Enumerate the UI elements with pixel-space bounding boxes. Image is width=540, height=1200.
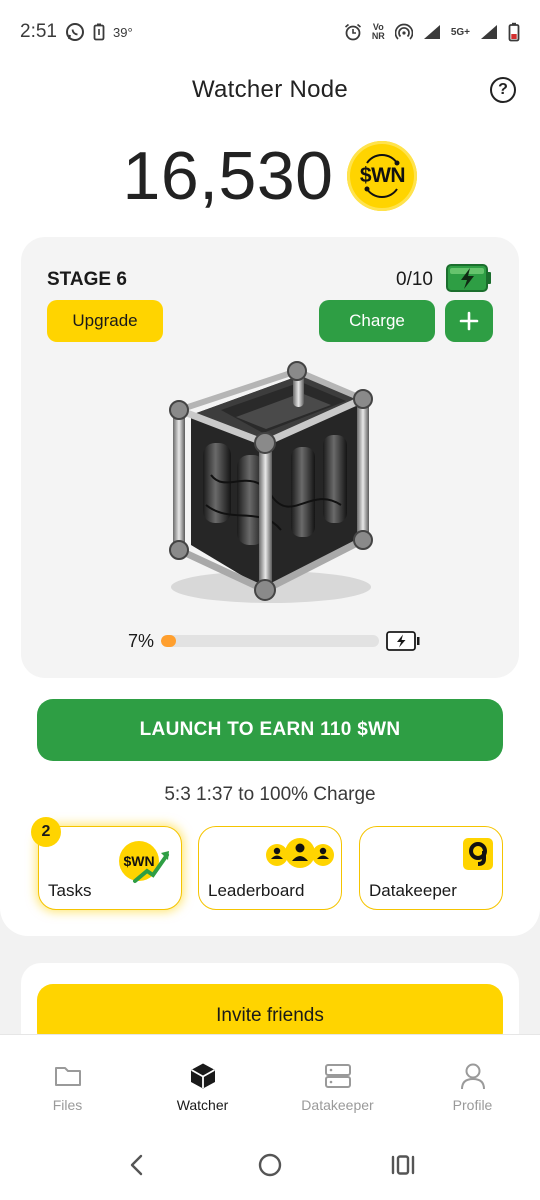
- temperature-text: 39°: [112, 24, 133, 40]
- nav-label-files: Files: [52, 1097, 83, 1113]
- datakeeper-label: Datakeeper: [369, 881, 457, 900]
- volte-icon: Vo NR: [371, 22, 385, 41]
- chevron-left-icon: [130, 1154, 142, 1176]
- wn-coin-trend-icon: $WN: [119, 841, 169, 883]
- cube-icon: [188, 1061, 218, 1091]
- home-button[interactable]: [250, 1145, 290, 1185]
- nav-item-watcher[interactable]: Watcher: [135, 1035, 270, 1130]
- home-circle-icon: [258, 1153, 282, 1177]
- battery-icon: [508, 22, 520, 42]
- balance-value: 16,530: [122, 138, 334, 214]
- balance-row: 16,530 $WN: [0, 136, 540, 216]
- alarm-icon: [344, 23, 362, 41]
- tasks-badge: 2: [31, 817, 61, 847]
- header: Watcher Node ?: [0, 64, 540, 116]
- wn-coin-icon: $WN: [347, 141, 418, 211]
- datakeeper-tile[interactable]: Datakeeper: [359, 826, 503, 910]
- nav-label-profile: Profile: [452, 1097, 493, 1113]
- nav-item-files[interactable]: Files: [0, 1035, 135, 1130]
- status-bar: 2:51 39° Vo NR 5G+: [0, 0, 540, 64]
- network-label: 5G+: [450, 26, 470, 38]
- tasks-coin-text: $WN: [123, 853, 154, 869]
- page-title: Watcher Node: [191, 76, 349, 103]
- people-group-icon: [266, 838, 334, 868]
- leaderboard-label: Leaderboard: [208, 881, 305, 900]
- bottom-nav: Files Watcher Datakeeper Profile: [0, 1034, 540, 1130]
- network-5g-icon: 5G+: [451, 27, 470, 38]
- tasks-tile[interactable]: 2 $WN Tasks: [31, 817, 182, 910]
- signal-icon: [423, 24, 441, 40]
- upgrade-button[interactable]: Upgrade: [47, 300, 163, 342]
- back-button[interactable]: [117, 1145, 157, 1185]
- whatsapp-icon: [65, 22, 85, 42]
- add-charge-button[interactable]: [445, 300, 493, 342]
- recents-button[interactable]: [383, 1145, 423, 1185]
- charge-progress-bar: [161, 635, 379, 647]
- server-icon: [323, 1061, 353, 1091]
- main-panel: Watcher Node ? 16,530 $WN STAGE 6 0/10 U…: [0, 64, 540, 936]
- nav-item-datakeeper[interactable]: Datakeeper: [270, 1035, 405, 1130]
- battery-saver-icon: [93, 23, 105, 41]
- charge-timer-text: 5:3 1:37 to 100% Charge: [164, 784, 376, 805]
- charge-progress-percent: 7%: [128, 631, 155, 651]
- status-time: 2:51: [20, 21, 57, 42]
- battery-bolt-icon: [386, 631, 420, 651]
- system-nav-bar: [0, 1130, 540, 1200]
- charged-battery-icon: [446, 264, 491, 292]
- nav-item-profile[interactable]: Profile: [405, 1035, 540, 1130]
- hotspot-icon: [394, 23, 413, 41]
- launch-to-earn-button[interactable]: LAUNCH TO EARN 110 $WN: [37, 699, 503, 761]
- leaderboard-tile[interactable]: Leaderboard: [198, 826, 342, 910]
- question-icon: ?: [498, 81, 508, 98]
- charge-button[interactable]: Charge: [319, 300, 435, 342]
- datakeeper-icon: [463, 838, 493, 870]
- recents-icon: [392, 1155, 415, 1175]
- nav-label-datakeeper: Datakeeper: [301, 1097, 374, 1113]
- signal-icon-2: [480, 24, 498, 40]
- stage-label: STAGE 6: [47, 269, 127, 290]
- energy-count: 0/10: [396, 269, 433, 290]
- stage-card: STAGE 6 0/10 Upgrade Charge 7%: [21, 237, 519, 678]
- user-icon: [458, 1061, 488, 1091]
- help-button[interactable]: ?: [490, 77, 516, 103]
- nav-label-watcher: Watcher: [176, 1097, 229, 1113]
- plus-icon: [459, 311, 479, 331]
- tasks-label: Tasks: [48, 881, 92, 900]
- watcher-node-image: [169, 361, 373, 603]
- charge-progress-fill: [161, 635, 177, 647]
- folder-icon: [53, 1061, 83, 1091]
